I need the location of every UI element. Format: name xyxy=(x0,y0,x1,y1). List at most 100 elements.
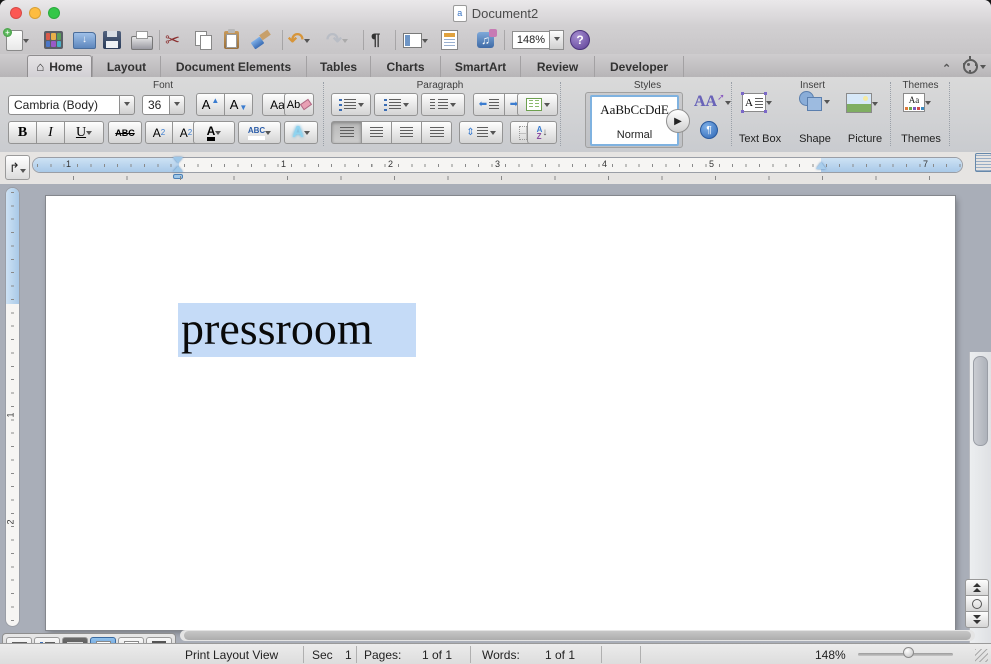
bullets-button[interactable] xyxy=(331,93,371,116)
shrink-font-button[interactable]: A▼ xyxy=(224,93,253,116)
select-browse-object-button[interactable] xyxy=(965,595,989,612)
hanging-indent-marker[interactable] xyxy=(173,166,183,172)
zoom-control[interactable]: 148% xyxy=(512,28,564,52)
cut-button[interactable]: ✂ xyxy=(165,28,180,52)
words-value[interactable]: 1 of 1 xyxy=(545,644,575,664)
themes-button[interactable]: Aa xyxy=(903,93,931,112)
open-button[interactable]: ↓ xyxy=(73,28,96,52)
strikethrough-button[interactable]: ABC xyxy=(108,121,142,144)
document-elements-icon xyxy=(441,30,458,50)
first-line-indent-marker[interactable] xyxy=(173,157,183,163)
tab-charts[interactable]: Charts xyxy=(370,56,440,77)
group-separator xyxy=(949,82,950,146)
tab-developer[interactable]: Developer xyxy=(594,56,684,77)
zoom-dropdown[interactable] xyxy=(549,30,564,50)
sidebar-view-button[interactable] xyxy=(403,28,428,52)
font-size-dropdown[interactable] xyxy=(169,95,185,115)
right-indent-marker[interactable] xyxy=(816,162,826,169)
clear-formatting-button[interactable]: Ab xyxy=(284,93,314,116)
new-document-button[interactable]: + xyxy=(6,28,29,52)
gallery-button[interactable] xyxy=(44,28,63,52)
toolbar-separator xyxy=(504,30,505,50)
font-size-combo[interactable]: 36 xyxy=(142,95,185,115)
font-family-value[interactable]: Cambria (Body) xyxy=(8,95,120,115)
split-window-icon[interactable] xyxy=(975,153,991,172)
resize-grip[interactable] xyxy=(975,649,988,662)
bold-button[interactable]: B xyxy=(8,121,37,144)
underline-icon: U xyxy=(76,125,86,141)
highlight-button[interactable]: ABC xyxy=(238,121,281,144)
tab-layout[interactable]: Layout xyxy=(92,56,160,77)
text-box-button[interactable]: A xyxy=(742,93,772,112)
font-size-value[interactable]: 36 xyxy=(142,95,170,115)
tab-review[interactable]: Review xyxy=(520,56,594,77)
align-center-button[interactable] xyxy=(361,121,392,144)
next-page-button[interactable] xyxy=(965,611,989,628)
new-document-icon: + xyxy=(6,30,23,51)
themes-icon: Aa xyxy=(903,93,925,112)
styles-expander-button[interactable]: ▶ xyxy=(666,109,690,133)
horizontal-scrollbar-thumb[interactable] xyxy=(184,631,971,640)
ribbon-settings-button[interactable] xyxy=(963,59,986,74)
collapse-ribbon-button[interactable]: ⌃ xyxy=(942,59,951,77)
align-left-button[interactable] xyxy=(331,121,362,144)
previous-page-button[interactable] xyxy=(965,579,989,596)
justify-button[interactable] xyxy=(421,121,452,144)
zoom-percentage[interactable]: 148% xyxy=(815,644,846,664)
text-effects-button[interactable]: A xyxy=(284,121,318,144)
underline-button[interactable]: U xyxy=(64,121,104,144)
decrease-indent-button[interactable]: ⬅ xyxy=(473,93,505,116)
undo-button[interactable]: ↶ xyxy=(288,28,310,52)
copy-button[interactable] xyxy=(195,28,211,52)
paste-button[interactable] xyxy=(224,28,239,52)
picture-button[interactable] xyxy=(846,93,878,113)
save-button[interactable] xyxy=(103,28,121,52)
numbering-button[interactable] xyxy=(374,93,418,116)
align-right-icon xyxy=(400,127,413,139)
zoom-value[interactable]: 148% xyxy=(512,31,550,49)
horizontal-ruler[interactable]: 1 1 2 3 4 5 7 xyxy=(32,157,963,173)
font-family-combo[interactable]: Cambria (Body) xyxy=(8,95,135,115)
superscript-icon: A xyxy=(153,126,161,140)
pages-value[interactable]: 1 of 1 xyxy=(422,644,452,664)
word-window: a Document2 + ↓ ✂ ↶ ↷ ¶ ♫ 148% ? xyxy=(0,0,991,664)
view-mode-status[interactable]: Print Layout View xyxy=(185,644,278,664)
font-family-dropdown[interactable] xyxy=(119,95,135,115)
redo-button[interactable]: ↷ xyxy=(326,28,348,52)
document-page[interactable]: pressroom xyxy=(46,196,955,630)
multilevel-list-button[interactable] xyxy=(421,93,465,116)
shape-button[interactable] xyxy=(798,91,830,111)
sort-button[interactable]: A Z ↓ xyxy=(527,121,557,144)
vertical-ruler[interactable]: 1 2 xyxy=(5,187,20,627)
tab-smartart[interactable]: SmartArt xyxy=(440,56,520,77)
show-formatting-button[interactable]: ¶ xyxy=(371,28,380,52)
grow-font-button[interactable]: A▲ xyxy=(196,93,225,116)
bullets-icon xyxy=(339,99,342,111)
undo-icon: ↶ xyxy=(288,29,304,52)
group-label-font: Font xyxy=(8,80,318,91)
document-elements-button[interactable] xyxy=(441,28,458,52)
group-label-insert: Insert xyxy=(735,80,890,91)
align-right-button[interactable] xyxy=(391,121,422,144)
tab-home[interactable]: ⌂Home xyxy=(27,55,92,77)
superscript-button[interactable]: A2 xyxy=(145,121,173,144)
print-button[interactable] xyxy=(131,28,153,52)
ribbon: Font Paragraph Styles Insert Themes Camb… xyxy=(0,77,991,153)
manage-styles-button[interactable]: ¶ xyxy=(700,121,718,139)
media-browser-button[interactable]: ♫ xyxy=(477,28,494,52)
text-effect-styles-button[interactable]: AA➚ xyxy=(694,93,731,111)
text-selection[interactable]: pressroom xyxy=(178,303,416,357)
columns-button[interactable] xyxy=(517,93,558,116)
italic-button[interactable]: I xyxy=(36,121,65,144)
format-painter-button[interactable] xyxy=(252,28,270,52)
tab-document-elements[interactable]: Document Elements xyxy=(160,56,306,77)
zoom-slider-knob[interactable] xyxy=(903,647,914,658)
font-color-button[interactable]: A xyxy=(193,121,235,144)
vertical-scrollbar-thumb[interactable] xyxy=(973,356,988,446)
tab-tables[interactable]: Tables xyxy=(306,56,370,77)
save-icon xyxy=(103,31,121,49)
tab-stop-selector[interactable]: ↱ xyxy=(5,155,30,180)
line-spacing-button[interactable]: ⇕ xyxy=(459,121,503,144)
redo-icon: ↷ xyxy=(326,29,342,52)
help-button[interactable]: ? xyxy=(570,28,590,52)
